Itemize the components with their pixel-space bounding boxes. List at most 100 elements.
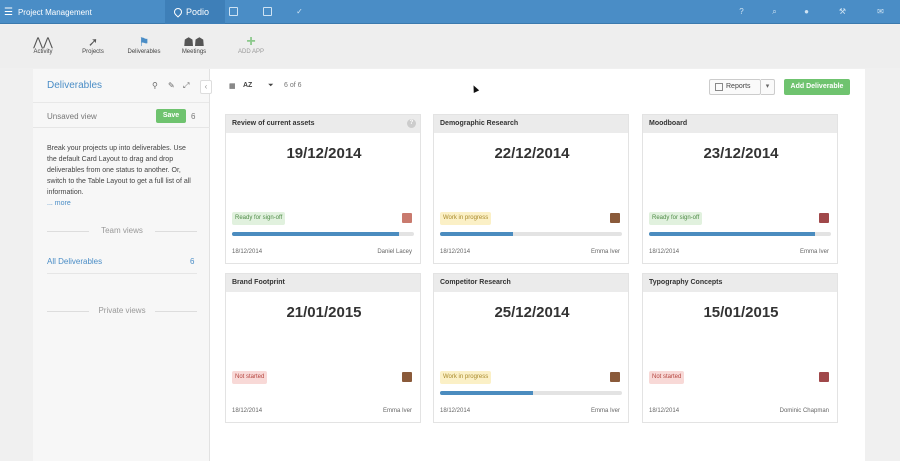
status-badge: Work in progress	[440, 212, 492, 225]
deliverable-card[interactable]: Typography Concepts 15/01/2015 Not started…	[642, 273, 838, 423]
calendar-icon[interactable]	[229, 7, 238, 16]
app-activity[interactable]: ⋀⋀ Activity	[21, 35, 65, 55]
tools-icon[interactable]: ⚒	[838, 7, 847, 16]
deadline-date: 15/01/2015	[703, 304, 779, 321]
app-meetings[interactable]: ☗☗ Meetings	[172, 35, 216, 55]
app-title[interactable]: Deliverables	[47, 80, 102, 91]
deliverable-card[interactable]: Demographic Research 22/12/2014 Work in pr…	[433, 114, 629, 264]
app-label: Projects	[82, 49, 104, 55]
expand-icon[interactable]: ⤢	[183, 81, 189, 91]
activity-icon: ⋀⋀	[33, 35, 53, 49]
podio-logo[interactable]: Podio	[165, 0, 225, 24]
progress-fill	[440, 232, 513, 236]
people-icon: ☗☗	[183, 35, 205, 49]
avatar[interactable]	[610, 213, 620, 223]
reports-button[interactable]: Reports	[709, 79, 761, 95]
created-by[interactable]: Emma Iver	[383, 408, 412, 414]
deadline-date: 19/12/2014	[286, 145, 362, 162]
save-view-button[interactable]: Save	[156, 109, 186, 123]
view-all-deliverables[interactable]: All Deliverables	[47, 257, 102, 266]
created-date: 18/12/2014	[649, 249, 680, 255]
workspace-switcher[interactable]: ☰ Project Management	[0, 0, 165, 24]
inbox-icon[interactable]	[263, 7, 272, 16]
help-icon[interactable]: ?	[737, 7, 746, 16]
created-date: 18/12/2014	[232, 408, 263, 414]
app-label: ADD APP	[237, 49, 264, 55]
deliverable-card[interactable]: Brand Footprint 21/01/2015 Not started 18/1…	[225, 273, 421, 423]
flag-icon: ⚑	[138, 35, 150, 49]
avatar[interactable]	[819, 213, 829, 223]
avatar[interactable]	[402, 372, 412, 382]
team-views-heading: Team views	[47, 226, 197, 235]
card-title[interactable]: Moodboard	[643, 115, 837, 133]
app-description: Break your projects up into deliverables…	[47, 143, 197, 209]
card-title[interactable]: Competitor Research	[434, 274, 628, 292]
reports-dropdown[interactable]: ▾	[761, 79, 775, 95]
rocket-icon: ➚	[87, 35, 99, 49]
deliverable-card[interactable]: Competitor Research 25/12/2014 Work in pro…	[433, 273, 629, 423]
created-by[interactable]: Emma Iver	[591, 408, 620, 414]
app-projects[interactable]: ➚ Projects	[71, 35, 115, 55]
status-badge: Not started	[232, 371, 268, 384]
deadline-date: 22/12/2014	[494, 145, 570, 162]
avatar[interactable]	[819, 372, 829, 382]
task-check-icon[interactable]: ✓	[295, 7, 304, 16]
card-title[interactable]: Typography Concepts	[643, 274, 837, 292]
unsaved-view-label: Unsaved view	[47, 112, 97, 121]
card-title[interactable]: Review of current assets?	[226, 115, 420, 133]
divider	[47, 273, 197, 274]
created-date: 18/12/2014	[649, 408, 680, 414]
more-link[interactable]: ... more	[47, 200, 71, 207]
sort-button[interactable]: AZ	[243, 82, 252, 89]
collapse-sidebar-button[interactable]: ‹	[200, 80, 212, 94]
chat-icon[interactable]: ✉	[876, 7, 885, 16]
progress-bar	[232, 232, 414, 236]
pin-icon[interactable]: ⚲	[152, 81, 158, 90]
app-bar: ⋀⋀ Activity ➚ Projects ⚑ Deliverables ☗☗…	[0, 25, 900, 68]
avatar[interactable]	[402, 213, 412, 223]
created-by[interactable]: Dominic Chapman	[780, 408, 829, 414]
filter-icon[interactable]: ⏷	[268, 82, 274, 90]
description-text: Break your projects up into deliverables…	[47, 145, 191, 196]
workspace-name: Project Management	[17, 7, 92, 17]
created-by[interactable]: Emma Iver	[591, 249, 620, 255]
progress-bar	[649, 232, 831, 236]
wrench-icon[interactable]: ✎	[168, 81, 175, 90]
created-by[interactable]: Daniel Lacey	[377, 249, 412, 255]
app-deliverables[interactable]: ⚑ Deliverables	[122, 35, 166, 55]
hamburger-icon[interactable]: ☰	[4, 7, 13, 18]
add-app-button[interactable]: + ADD APP	[229, 33, 273, 56]
app-label: Meetings	[181, 49, 207, 55]
created-by[interactable]: Emma Iver	[800, 249, 829, 255]
card-title[interactable]: Demographic Research	[434, 115, 628, 133]
app-label: Activity	[33, 49, 53, 55]
divider	[33, 127, 210, 128]
created-date: 18/12/2014	[232, 249, 263, 255]
progress-fill	[440, 391, 533, 395]
brand-name: Podio	[186, 7, 210, 17]
deadline-date: 23/12/2014	[703, 145, 779, 162]
plus-icon: +	[246, 33, 256, 50]
reports-label: Reports	[726, 83, 751, 90]
top-bar: ☰ Project Management Podio ✓ ? ⌕ ● ⚒ ✉	[0, 0, 900, 24]
status-badge: Not started	[649, 371, 685, 384]
avatar[interactable]	[610, 372, 620, 382]
status-badge: Ready for sign-off	[649, 212, 703, 225]
add-deliverable-button[interactable]: Add Deliverable	[784, 79, 850, 95]
status-badge: Ready for sign-off	[232, 212, 286, 225]
deadline-date: 21/01/2015	[286, 304, 362, 321]
created-date: 18/12/2014	[440, 249, 471, 255]
card-layout-icon[interactable]: ▦	[229, 82, 236, 90]
user-menu-icon[interactable]: ●	[802, 7, 811, 16]
progress-bar	[440, 232, 622, 236]
deliverable-card[interactable]: Moodboard 23/12/2014 Ready for sign-off 18/…	[642, 114, 838, 264]
view-count: 6	[191, 112, 196, 121]
podio-pin-icon	[172, 6, 184, 18]
deliverable-card[interactable]: Review of current assets? 19/12/2014 Ready…	[225, 114, 421, 264]
help-icon[interactable]: ?	[407, 119, 416, 128]
private-views-heading: Private views	[47, 306, 197, 315]
views-sidebar: Deliverables ⚲ ✎ ⤢ Unsaved view Save 6 B…	[33, 69, 210, 461]
filter-count[interactable]: 6 of 6	[284, 82, 302, 89]
search-icon[interactable]: ⌕	[770, 7, 779, 16]
card-title[interactable]: Brand Footprint	[226, 274, 420, 292]
